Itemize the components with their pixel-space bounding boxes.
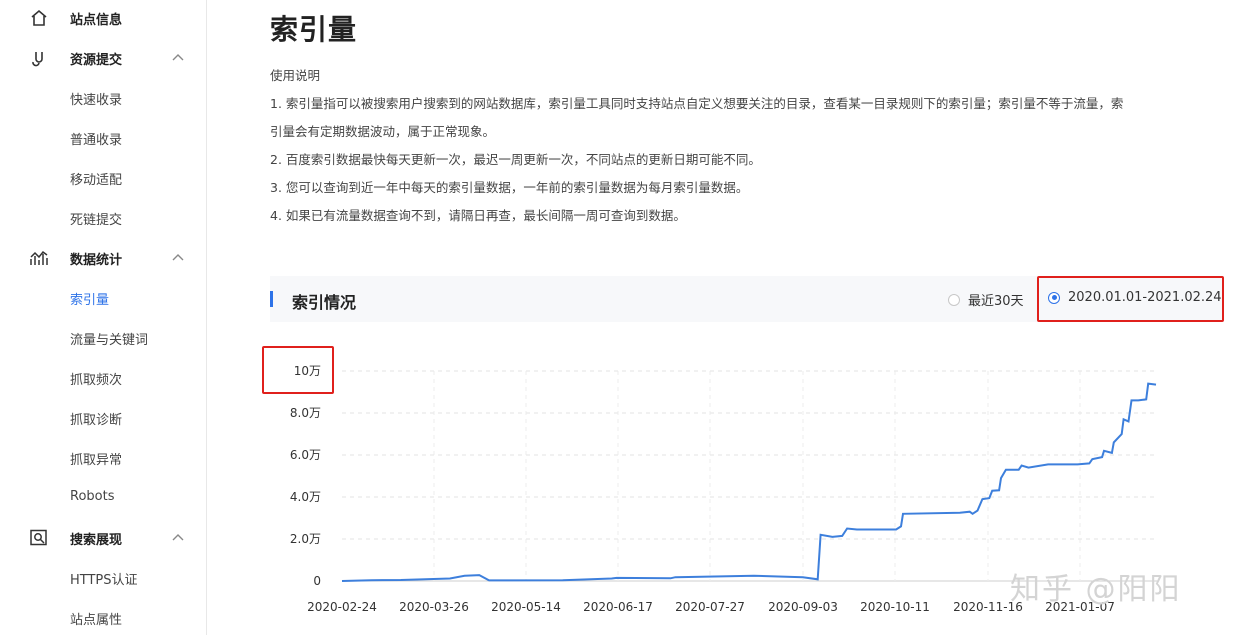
x-tick-label: 2020-05-14	[491, 600, 561, 614]
index-chart: 02.0万4.0万6.0万8.0万10万 2020-02-24 2020-03-2…	[290, 364, 1158, 614]
y-tick-label: 4.0万	[290, 490, 321, 504]
x-tick-label: 2020-02-24	[307, 600, 377, 614]
y-tick-label: 2.0万	[290, 532, 321, 546]
chart-grid	[342, 370, 1158, 582]
y-tick-label: 8.0万	[290, 406, 321, 420]
x-tick-label: 2020-09-03	[768, 600, 838, 614]
highlight-box-y-max	[262, 346, 334, 394]
y-tick-label: 6.0万	[290, 448, 321, 462]
x-tick-label: 2020-07-27	[675, 600, 745, 614]
x-tick-label: 2020-06-17	[583, 600, 653, 614]
chart-y-axis: 02.0万4.0万6.0万8.0万10万	[290, 364, 321, 588]
chart-x-axis: 2020-02-24 2020-03-26 2020-05-14 2020-06-17…	[307, 600, 1115, 614]
watermark: 知乎 @阳阳	[1010, 572, 1182, 607]
x-tick-label: 2020-03-26	[399, 600, 469, 614]
x-tick-label: 2020-10-11	[860, 600, 930, 614]
y-tick-label: 0	[313, 574, 321, 588]
